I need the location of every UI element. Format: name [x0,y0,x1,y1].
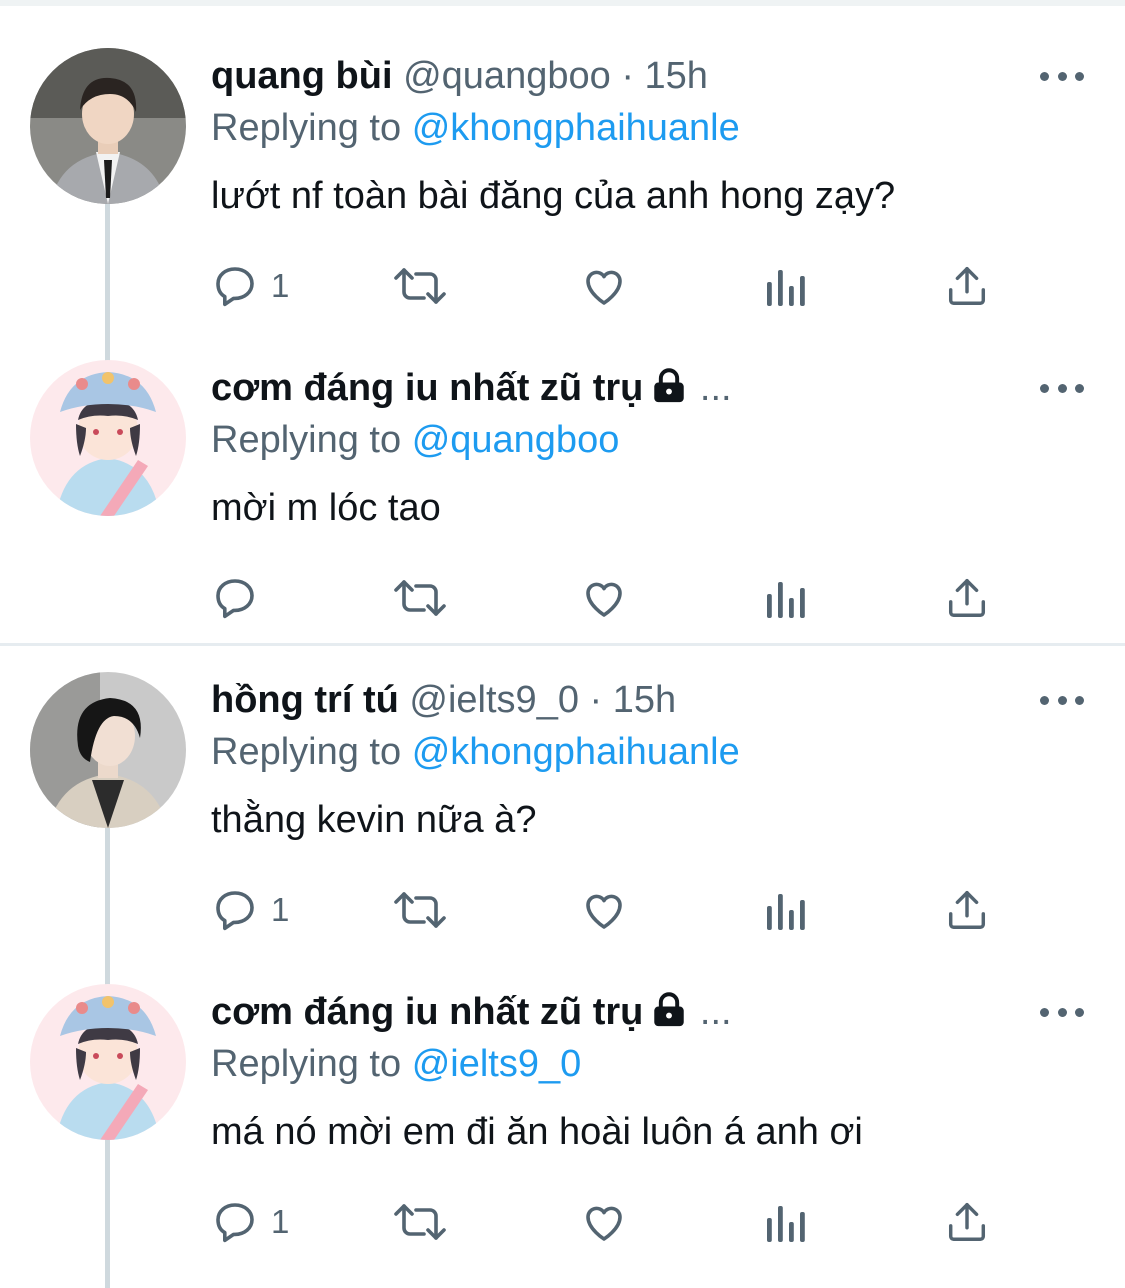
reply-bubble-icon [216,267,254,307]
lock-icon [654,992,685,1027]
tweet[interactable]: hồng trí tú @ielts9_0 · 15h Replying to … [0,672,1125,942]
reply-count: 1 [271,1203,290,1240]
heart-icon [586,1206,622,1241]
tweet-text: mời m lóc tao [211,487,441,529]
retweet-icon [394,1204,446,1240]
like-button[interactable] [579,885,629,935]
reply-count: 1 [271,267,290,304]
tweet[interactable]: cơm đáng iu nhất zũ trụ ... Replying to … [0,360,1125,630]
reply-button[interactable] [211,573,271,623]
heart-icon [586,270,622,305]
reply-button[interactable]: 1 [211,885,289,935]
avatar[interactable] [30,48,186,204]
more-options-icon[interactable] [1040,68,1084,84]
action-bar: 1 [211,261,1011,311]
replying-to: Replying to @khongphaihuanle [211,727,740,777]
display-name[interactable]: cơm đáng iu nhất zũ trụ [211,991,643,1033]
display-name[interactable]: hồng trí tú [211,679,399,721]
display-name[interactable]: quang bùi [211,55,393,97]
more-options-icon[interactable] [1040,380,1084,396]
share-upload-icon [948,1203,986,1241]
conversation-divider [0,643,1125,646]
views-button[interactable] [765,1197,809,1247]
tweet-header: cơm đáng iu nhất zũ trụ ... [211,987,732,1037]
views-button[interactable] [765,573,809,623]
reply-to-mention[interactable]: @ielts9_0 [412,1043,582,1085]
replying-to: Replying to @quangboo [211,415,619,465]
views-button[interactable] [765,885,809,935]
avatar[interactable] [30,360,186,516]
reply-button[interactable]: 1 [211,1197,289,1247]
avatar[interactable] [30,984,186,1140]
reply-to-mention[interactable]: @quangboo [412,419,620,461]
display-name[interactable]: cơm đáng iu nhất zũ trụ [211,367,643,409]
like-button[interactable] [579,573,629,623]
user-handle[interactable]: @ielts9_0 [409,679,579,721]
replying-to-label: Replying to [211,1043,402,1085]
action-bar [211,573,1011,623]
like-button[interactable] [579,261,629,311]
analytics-bars-icon [767,270,805,306]
retweet-button[interactable] [389,1197,451,1247]
retweet-icon [394,268,446,304]
retweet-icon [394,892,446,928]
retweet-button[interactable] [389,261,451,311]
tweet-text: lướt nf toàn bài đăng của anh hong zạy? [211,175,896,217]
share-upload-icon [948,891,986,929]
views-button[interactable] [765,261,809,311]
tweet-text: thằng kevin nữa à? [211,799,537,841]
name-truncation: ... [699,991,732,1033]
timestamp[interactable]: 15h [613,679,676,721]
tweet-header: quang bùi @quangboo · 15h [211,51,708,101]
replying-to-label: Replying to [211,731,402,773]
tweet-text: má nó mời em đi ăn hoài luôn á anh ơi [211,1111,863,1153]
more-options-icon[interactable] [1040,1004,1084,1020]
reply-bubble-icon [216,891,254,931]
name-truncation: ... [699,367,732,409]
like-button[interactable] [579,1197,629,1247]
replying-to: Replying to @ielts9_0 [211,1039,581,1089]
replying-to: Replying to @khongphaihuanle [211,103,740,153]
reply-count: 1 [271,891,290,928]
lock-icon [654,368,685,403]
reply-bubble-icon [216,1203,254,1243]
action-bar: 1 [211,1197,1011,1247]
tweet[interactable]: cơm đáng iu nhất zũ trụ ... Replying to … [0,984,1125,1254]
retweet-button[interactable] [389,885,451,935]
analytics-bars-icon [767,1206,805,1242]
retweet-icon [394,580,446,616]
heart-icon [586,582,622,617]
share-button[interactable] [944,261,990,311]
share-button[interactable] [944,1197,990,1247]
action-bar: 1 [211,885,1011,935]
analytics-bars-icon [767,894,805,930]
user-handle[interactable]: @quangboo [403,55,611,97]
retweet-button[interactable] [389,573,451,623]
top-divider [0,0,1125,6]
reply-to-mention[interactable]: @khongphaihuanle [412,731,740,773]
replying-to-label: Replying to [211,419,402,461]
tweet-header: cơm đáng iu nhất zũ trụ ... [211,363,732,413]
replying-to-label: Replying to [211,107,402,149]
share-upload-icon [948,579,986,617]
reply-to-mention[interactable]: @khongphaihuanle [412,107,740,149]
share-button[interactable] [944,573,990,623]
heart-icon [586,894,622,929]
reply-bubble-icon [216,579,254,619]
analytics-bars-icon [767,582,805,618]
separator-dot: · [621,55,634,97]
share-button[interactable] [944,885,990,935]
separator-dot: · [589,679,603,721]
reply-button[interactable]: 1 [211,261,289,311]
timestamp[interactable]: 15h [645,55,708,97]
tweet[interactable]: quang bùi @quangboo · 15h Replying to @k… [0,48,1125,318]
tweet-header: hồng trí tú @ielts9_0 · 15h [211,675,676,725]
more-options-icon[interactable] [1040,692,1084,708]
share-upload-icon [948,267,986,305]
avatar[interactable] [30,672,186,828]
